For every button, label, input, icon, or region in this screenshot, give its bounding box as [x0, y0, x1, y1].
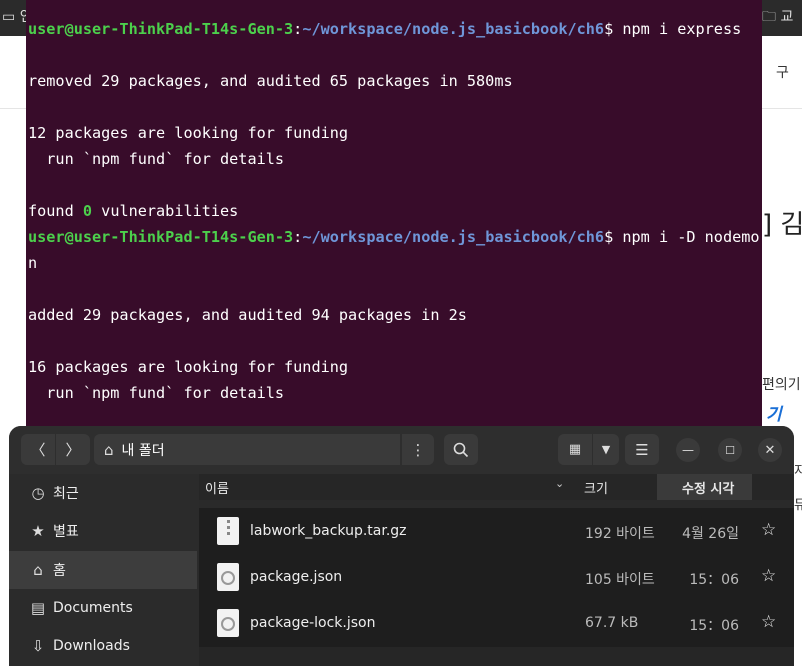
location-label: 내 폴더: [121, 442, 165, 459]
search-button[interactable]: [444, 434, 478, 465]
json-file-icon: [217, 609, 239, 637]
terminal-line-output: removed 29 packages, and audited 65 pack…: [28, 72, 513, 90]
chevron-left-icon: 〈: [30, 441, 46, 459]
column-header-size[interactable]: 크기: [584, 478, 608, 497]
view-options-button[interactable]: ▼: [593, 434, 619, 465]
location-bar[interactable]: ⌂ 내 폴더: [94, 434, 400, 465]
json-emblem: [221, 617, 235, 631]
file-list-top-edge: [199, 500, 794, 508]
sort-chevron-icon[interactable]: ⌄: [555, 477, 564, 490]
chevron-right-icon: 〉: [65, 441, 81, 459]
star-toggle-icon[interactable]: ☆: [761, 520, 776, 540]
sidebar-item-home[interactable]: ⌂ 홈: [9, 551, 197, 589]
search-icon: [453, 442, 469, 457]
file-list-header: 이름 ⌄ 크기 수정 시각: [199, 474, 794, 500]
terminal-line-output: 12 packages are looking for funding: [28, 124, 349, 142]
star-toggle-icon[interactable]: ☆: [761, 566, 776, 586]
maximize-button[interactable]: ☐: [718, 438, 742, 462]
terminal-line-output: added 29 packages, and audited 94 packag…: [28, 306, 467, 324]
file-name: package-lock.json: [250, 615, 376, 631]
file-manager-sidebar: ◷ 최근 ★ 별표 ⌂ 홈 ▤ Documents ⇩ Downloads: [9, 474, 199, 666]
file-row[interactable]: package.json 105 바이트 15：06 ☆: [199, 555, 794, 601]
sidebar-item-recent[interactable]: ◷ 최근: [9, 474, 197, 512]
page-link-fragment[interactable]: 기: [766, 400, 782, 425]
json-file-icon: [217, 563, 239, 591]
file-modified: 4월 26일: [682, 526, 739, 542]
terminal-line-output: run `npm fund` for details: [28, 384, 285, 402]
page-text-fragment-2: 지: [794, 464, 802, 479]
terminal-line-output: 16 packages are looking for funding: [28, 358, 349, 376]
download-icon: ⇩: [31, 637, 45, 655]
more-vertical-icon: ⋮: [410, 440, 426, 459]
location-menu-button[interactable]: ⋮: [402, 434, 434, 465]
json-emblem: [221, 571, 235, 585]
sidebar-item-downloads[interactable]: ⇩ Downloads: [9, 627, 197, 665]
page-text-fragment-3: 듀: [794, 498, 802, 513]
file-row[interactable]: package-lock.json 67.7 kB 15：06 ☆: [199, 601, 794, 647]
file-size: 192 바이트: [585, 526, 655, 542]
chevron-down-icon: ▼: [601, 443, 611, 456]
terminal-line-cmd2: user@user-ThinkPad-T14s-Gen-3:~/workspac…: [28, 228, 760, 246]
home-icon: ⌂: [104, 440, 114, 459]
sidebar-item-starred[interactable]: ★ 별표: [9, 512, 197, 550]
grid-view-button[interactable]: ▦: [558, 434, 592, 465]
file-size: 105 바이트: [585, 572, 655, 588]
minimize-button[interactable]: —: [676, 438, 700, 462]
minimize-icon: —: [682, 443, 694, 457]
star-icon: ★: [31, 522, 45, 540]
back-button[interactable]: 〈: [21, 434, 55, 465]
star-toggle-icon[interactable]: ☆: [761, 612, 776, 632]
file-modified: 15：06: [689, 572, 739, 588]
file-row[interactable]: labwork_backup.tar.gz 192 바이트 4월 26일 ☆: [199, 509, 794, 555]
zipper-mark: [227, 520, 230, 538]
file-manager-headerbar: 〈 〉 ⌂ 내 폴더 ⋮ ▦ ▼ ☰ — ☐ ✕: [9, 426, 794, 474]
file-name: package.json: [250, 569, 343, 585]
forward-button[interactable]: 〉: [56, 434, 90, 465]
file-list-bottom: [199, 647, 794, 666]
terminal-line-wrap: n: [28, 254, 38, 272]
terminal-line-cmd1: user@user-ThinkPad-T14s-Gen-3:~/workspac…: [28, 20, 742, 38]
page-heading-fragment: ] 김: [762, 210, 802, 240]
archive-icon: [217, 517, 239, 545]
file-modified: 15：06: [689, 618, 739, 634]
terminal-line-output: found 0 vulnerabilities: [28, 202, 239, 220]
close-button[interactable]: ✕: [758, 438, 782, 462]
close-icon: ✕: [764, 442, 776, 458]
grid-icon: ▦: [568, 442, 582, 457]
clock-icon: ◷: [31, 484, 45, 502]
terminal-window[interactable]: user@user-ThinkPad-T14s-Gen-3:~/workspac…: [26, 0, 762, 440]
page-menu-glyph[interactable]: 구: [776, 62, 789, 82]
bookmark-item-right[interactable]: 🗀 교: [762, 6, 793, 30]
maximize-icon: ☐: [725, 443, 735, 457]
file-name: labwork_backup.tar.gz: [250, 523, 407, 539]
sidebar-item-documents[interactable]: ▤ Documents: [9, 589, 197, 627]
page-text-fragment: 편의기: [762, 377, 801, 393]
file-manager-window: 〈 〉 ⌂ 내 폴더 ⋮ ▦ ▼ ☰ — ☐ ✕ ◷ 최근 ★ 별표 ⌂ 홈 ▤ Doc…: [9, 426, 794, 666]
terminal-line-output: run `npm fund` for details: [28, 150, 285, 168]
file-list-view: 이름 ⌄ 크기 수정 시각 labwork_backup.tar.gz 192 …: [199, 474, 794, 666]
column-header-modified[interactable]: 수정 시각: [682, 478, 734, 497]
documents-icon: ▤: [30, 599, 46, 617]
main-menu-button[interactable]: ☰: [625, 434, 659, 465]
column-header-name[interactable]: 이름: [205, 478, 229, 497]
home-icon: ⌂: [33, 561, 43, 579]
hamburger-menu-icon: ☰: [635, 440, 649, 459]
file-size: 67.7 kB: [585, 615, 639, 631]
